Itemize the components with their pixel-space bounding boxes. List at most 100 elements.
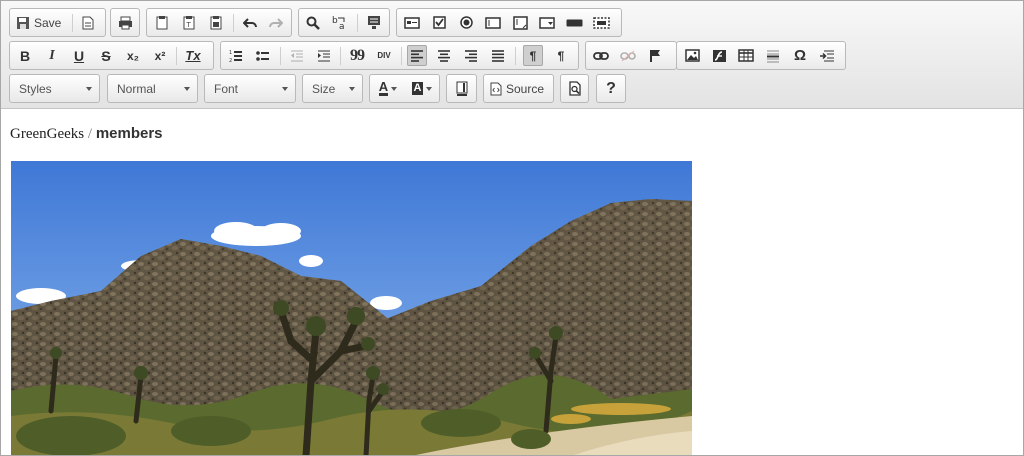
font-combo-value: Font: [214, 81, 239, 96]
align-left-button[interactable]: [407, 45, 427, 66]
svg-text:T: T: [186, 21, 192, 29]
subscript-button[interactable]: x₂: [123, 45, 143, 66]
chevron-down-icon: [426, 86, 433, 91]
separator: [72, 14, 73, 32]
editor-window: Save T b a B I U S x₂ x² Tx 1 2 99 DIV ¶…: [0, 0, 1024, 456]
indent-button[interactable]: [314, 45, 334, 66]
align-center-button[interactable]: [434, 45, 454, 66]
undo-button[interactable]: [240, 12, 260, 33]
button-field-button[interactable]: [564, 12, 584, 33]
show-blocks-button[interactable]: [452, 78, 472, 99]
clipboard-group: T: [146, 8, 292, 37]
print-group: [110, 8, 140, 37]
format-combo[interactable]: Normal: [107, 74, 198, 103]
show-blocks-icon: [456, 81, 468, 96]
desert-photo[interactable]: [11, 161, 692, 455]
numbered-list-button[interactable]: 12: [226, 45, 246, 66]
justify-icon: [492, 49, 504, 62]
flash-button[interactable]: [709, 45, 729, 66]
separator: [233, 14, 234, 32]
styles-combo[interactable]: Styles: [9, 74, 100, 103]
print-button[interactable]: [115, 12, 135, 33]
textarea-button[interactable]: [510, 12, 530, 33]
select-all-button[interactable]: [364, 12, 384, 33]
paste-icon: [156, 16, 168, 30]
source-group: Source: [483, 74, 554, 103]
radio-button[interactable]: [456, 12, 476, 33]
maximize-group: [446, 74, 477, 103]
numbered-list-icon: 12: [229, 50, 242, 63]
font-combo[interactable]: Font: [204, 74, 296, 103]
special-char-button[interactable]: Ω: [790, 45, 810, 66]
preview-button[interactable]: [565, 78, 585, 99]
strike-button[interactable]: S: [96, 45, 116, 66]
anchor-button[interactable]: [645, 45, 665, 66]
div-button[interactable]: DIV: [374, 45, 394, 66]
size-combo[interactable]: Size: [302, 74, 363, 103]
text-color-button[interactable]: A: [374, 78, 402, 99]
italic-button[interactable]: I: [42, 45, 62, 66]
select-field-button[interactable]: [537, 12, 557, 33]
redo-button[interactable]: [266, 12, 286, 33]
hidden-field-button[interactable]: [591, 12, 611, 33]
rtl-button[interactable]: ¶: [551, 45, 571, 66]
new-page-icon: [82, 16, 94, 29]
radio-icon: [459, 16, 473, 29]
source-label: Source: [506, 81, 545, 96]
underline-button[interactable]: U: [69, 45, 89, 66]
paragraph-group: 12 99 DIV ¶ ¶: [220, 41, 579, 70]
source-button[interactable]: Source: [490, 78, 544, 99]
checkbox-button[interactable]: [429, 12, 449, 33]
paste-word-button[interactable]: [206, 12, 226, 33]
paste-button[interactable]: [152, 12, 172, 33]
link-button[interactable]: [591, 45, 611, 66]
find-button[interactable]: [303, 12, 323, 33]
blockquote-button[interactable]: 99: [347, 45, 367, 66]
remove-format-button[interactable]: Tx: [183, 45, 203, 66]
separator: [280, 47, 281, 65]
background-color-button[interactable]: A: [408, 78, 436, 99]
source-icon: [490, 82, 502, 95]
breadcrumb-page: members: [95, 125, 163, 142]
text-field-button[interactable]: [483, 12, 503, 33]
paste-text-icon: T: [183, 16, 195, 30]
table-button[interactable]: [736, 45, 756, 66]
separator: [176, 47, 177, 65]
ltr-button[interactable]: ¶: [523, 45, 543, 66]
bulleted-list-button[interactable]: [253, 45, 273, 66]
link-icon: [593, 51, 609, 60]
text-color-icon: A: [378, 79, 389, 96]
styles-combo-value: Styles: [19, 81, 52, 96]
replace-icon: ba: [332, 16, 345, 30]
breadcrumb-site: GreenGeeks: [10, 126, 85, 142]
chevron-down-icon: [86, 87, 92, 91]
align-right-button[interactable]: [461, 45, 481, 66]
unlink-button[interactable]: [618, 45, 638, 66]
form-button[interactable]: [402, 12, 422, 33]
separator: [340, 47, 341, 65]
bulleted-list-icon: [256, 50, 269, 61]
help-button[interactable]: ?: [601, 78, 621, 99]
replace-button[interactable]: ba: [330, 12, 350, 33]
editor-toolbar: Save T b a B I U S x₂ x² Tx 1 2 99 DIV ¶…: [1, 1, 1023, 109]
editor-content[interactable]: GreenGeeks / members: [1, 110, 1023, 455]
bold-button[interactable]: B: [15, 45, 35, 66]
image-button[interactable]: [682, 45, 702, 66]
paste-text-button[interactable]: T: [179, 12, 199, 33]
outdent-button[interactable]: [287, 45, 307, 66]
separator: [357, 14, 358, 32]
print-icon: [118, 16, 132, 29]
new-page-button[interactable]: [78, 12, 98, 33]
horizontal-line-button[interactable]: [763, 45, 783, 66]
text-field-icon: [485, 16, 501, 29]
superscript-button[interactable]: x²: [150, 45, 170, 66]
preview-icon: [568, 81, 581, 96]
separator: [401, 47, 402, 65]
document-group: Save: [9, 8, 106, 37]
svg-text:1: 1: [229, 50, 232, 56]
select-field-icon: [539, 16, 555, 29]
format-combo-value: Normal: [117, 81, 156, 96]
save-button[interactable]: Save: [16, 12, 61, 33]
justify-button[interactable]: [488, 45, 508, 66]
page-break-button[interactable]: [817, 45, 837, 66]
